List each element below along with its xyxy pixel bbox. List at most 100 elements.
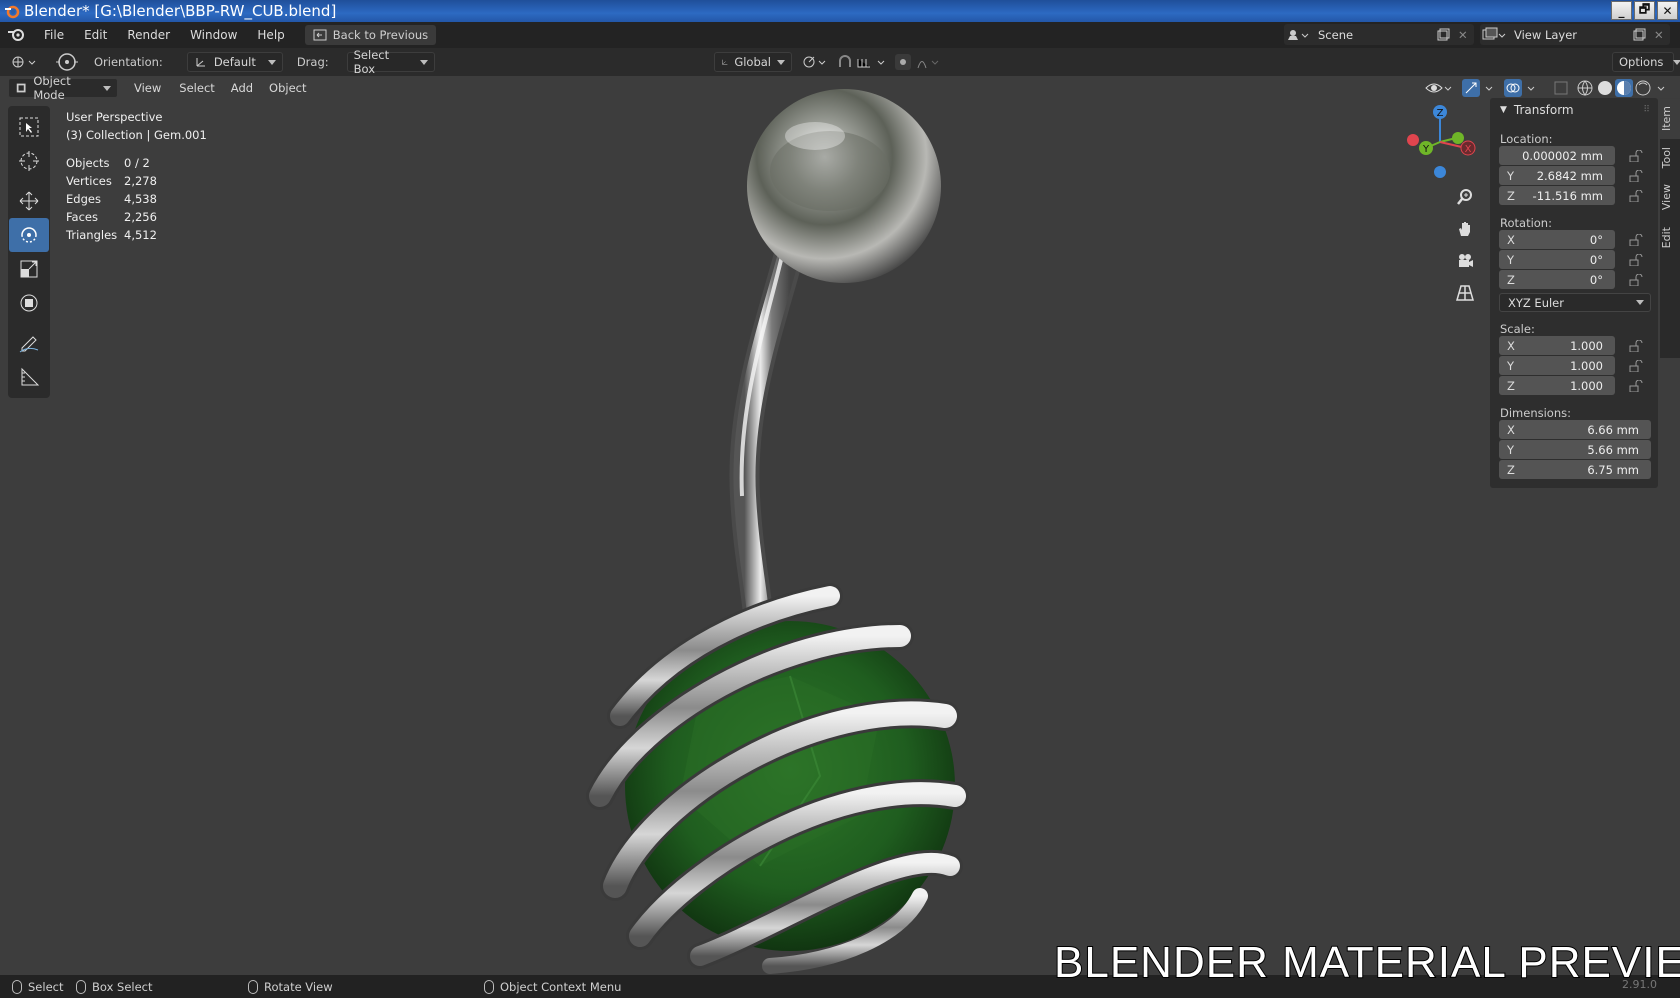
scale-tool[interactable] — [9, 252, 49, 286]
axis-label: Z — [1507, 188, 1515, 203]
scale-y-field[interactable]: Y 1.000 — [1499, 356, 1615, 375]
scale-x-field[interactable]: X 1.000 — [1499, 336, 1615, 355]
snap-icon[interactable] — [836, 53, 890, 71]
stat-value: 2,278 — [124, 174, 157, 188]
status-box-select: Box Select — [76, 979, 153, 994]
proportional-editing-icon[interactable] — [894, 53, 944, 71]
status-select: Select — [12, 979, 63, 994]
drag-dropdown[interactable]: Select Box — [346, 48, 435, 76]
lock-icon[interactable] — [1629, 190, 1643, 202]
perspective-toggle-button[interactable] — [1452, 280, 1478, 306]
lock-icon[interactable] — [1629, 150, 1643, 162]
remove-view-layer-icon[interactable]: ✕ — [1654, 28, 1664, 42]
lock-icon[interactable] — [1629, 340, 1643, 352]
lock-icon[interactable] — [1629, 254, 1643, 266]
transform-tool[interactable] — [9, 286, 49, 320]
menu-window[interactable]: Window — [180, 28, 247, 42]
dimensions-x-field[interactable]: X 6.66 mm — [1499, 420, 1651, 439]
overlays-icon[interactable] — [1504, 79, 1544, 97]
3d-viewport[interactable]: Object Mode View Select Add Object User … — [0, 74, 1680, 975]
scene-selector[interactable]: Scene ✕ — [1284, 24, 1474, 45]
lock-icon[interactable] — [1629, 170, 1643, 182]
active-tool-icon[interactable] — [54, 51, 80, 73]
gizmo-y-label: Y — [1422, 144, 1430, 155]
xray-toggle-icon[interactable] — [1552, 79, 1570, 97]
menu-help[interactable]: Help — [247, 28, 294, 42]
rotate-tool[interactable] — [9, 218, 49, 252]
zoom-button[interactable] — [1452, 184, 1478, 210]
close-button[interactable]: ✕ — [1657, 1, 1678, 20]
annotate-tool[interactable] — [9, 326, 49, 360]
jewelry-model-render[interactable] — [0, 76, 1680, 975]
blender-app: Blender* [G:\Blender\BBP-RW_CUB.blend] _… — [0, 0, 1680, 998]
gizmo-toggle-icon[interactable] — [1462, 79, 1502, 97]
menu-file[interactable]: File — [34, 28, 74, 42]
drag-handle-icon[interactable]: ⠿ — [1643, 105, 1650, 115]
shading-modes-icon[interactable] — [1576, 79, 1676, 97]
status-context-menu: Object Context Menu — [484, 979, 621, 994]
field-value: 1.000 — [1570, 358, 1603, 373]
view-layer-selector[interactable]: View Layer ✕ — [1480, 24, 1670, 45]
tab-edit[interactable]: Edit — [1660, 219, 1680, 256]
select-box-tool[interactable] — [9, 110, 49, 144]
select-box-icon — [19, 117, 39, 137]
viewport-menu-add[interactable]: Add — [231, 81, 253, 95]
view-layer-icon — [1482, 27, 1506, 39]
tab-item[interactable]: Item — [1660, 98, 1680, 140]
new-scene-icon[interactable] — [1436, 28, 1450, 42]
viewport-info-overlay: User Perspective (3) Collection | Gem.00… — [66, 108, 207, 244]
new-view-layer-icon[interactable] — [1632, 28, 1646, 42]
field-value: 2.6842 mm — [1536, 168, 1603, 183]
field-value: 5.66 mm — [1587, 442, 1639, 457]
rotation-y-field[interactable]: Y 0° — [1499, 250, 1615, 269]
menu-render[interactable]: Render — [117, 28, 180, 42]
minimize-button[interactable]: _ — [1611, 1, 1632, 20]
cursor-tool[interactable] — [9, 144, 49, 178]
tab-view[interactable]: View — [1660, 176, 1680, 218]
field-value: 0° — [1589, 272, 1603, 287]
rotation-x-field[interactable]: X 0° — [1499, 230, 1615, 249]
remove-scene-icon[interactable]: ✕ — [1458, 28, 1468, 42]
move-tool[interactable] — [9, 184, 49, 218]
location-y-field[interactable]: Y 2.6842 mm — [1499, 166, 1615, 185]
active-collection: (3) Collection | Gem.001 — [66, 128, 207, 142]
location-z-field[interactable]: Z -11.516 mm — [1499, 186, 1615, 205]
location-x-field[interactable]: 0.000002 mm — [1499, 146, 1615, 165]
lock-icon[interactable] — [1629, 274, 1643, 286]
transform-section-header[interactable]: ▼ Transform ⠿ — [1490, 98, 1658, 122]
maximize-button[interactable]: 🗗 — [1634, 1, 1655, 20]
pivot-point-icon[interactable] — [800, 53, 830, 71]
rotation-mode-dropdown[interactable]: XYZ Euler — [1499, 293, 1651, 312]
pan-button[interactable] — [1452, 216, 1478, 242]
tab-tool[interactable]: Tool — [1660, 139, 1680, 176]
field-value: -11.516 mm — [1532, 188, 1603, 203]
mode-dropdown[interactable]: Object Mode — [8, 74, 118, 102]
lock-icon[interactable] — [1629, 234, 1643, 246]
options-dropdown[interactable]: Options — [1612, 52, 1680, 72]
back-to-previous-button[interactable]: Back to Previous — [304, 25, 437, 45]
rotation-z-field[interactable]: Z 0° — [1499, 270, 1615, 289]
dimensions-z-field[interactable]: Z 6.75 mm — [1499, 460, 1651, 479]
orientation-axes-icon — [196, 58, 205, 67]
scale-icon — [20, 260, 38, 278]
viewport-menu-view[interactable]: View — [134, 81, 161, 95]
dimensions-y-field[interactable]: Y 5.66 mm — [1499, 440, 1651, 459]
lock-icon[interactable] — [1629, 360, 1643, 372]
transform-orientation-dropdown[interactable]: Global — [714, 52, 792, 72]
window-title: Blender* [G:\Blender\BBP-RW_CUB.blend] — [24, 2, 337, 20]
scale-z-field[interactable]: Z 1.000 — [1499, 376, 1615, 395]
camera-view-button[interactable] — [1452, 248, 1478, 274]
navigation-gizmo[interactable]: Z X Y — [1398, 100, 1478, 190]
orientation-dropdown[interactable]: Default — [186, 52, 283, 72]
measure-tool[interactable] — [9, 360, 49, 394]
visibility-icon[interactable] — [1424, 79, 1454, 97]
lock-icon[interactable] — [1629, 380, 1643, 392]
hand-icon — [1459, 222, 1470, 236]
move-icon — [19, 191, 39, 211]
editor-type-icon[interactable] — [10, 53, 40, 71]
viewport-menu-object[interactable]: Object — [269, 81, 306, 95]
blender-menu-icon[interactable] — [0, 25, 34, 45]
viewport-menu-select[interactable]: Select — [179, 81, 214, 95]
dimensions-label: Dimensions: — [1500, 406, 1571, 420]
menu-edit[interactable]: Edit — [74, 28, 117, 42]
